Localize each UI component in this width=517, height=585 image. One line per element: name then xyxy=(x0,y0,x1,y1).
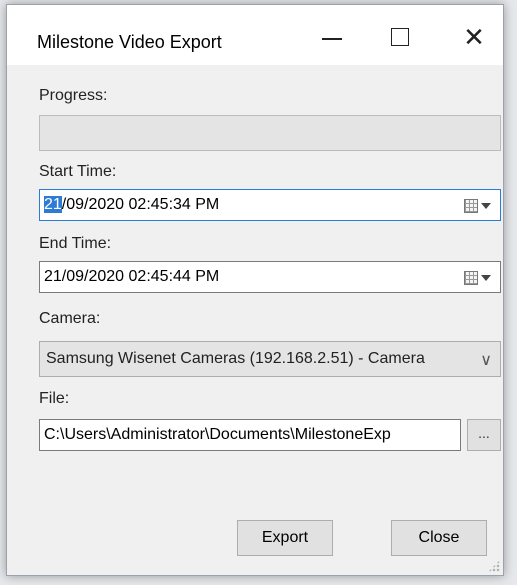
window-title: Milestone Video Export xyxy=(37,32,222,52)
calendar-icon xyxy=(464,199,478,213)
close-button[interactable]: Close xyxy=(391,520,487,556)
start-time-label: Start Time: xyxy=(39,163,117,180)
camera-selected-value: Samsung Wisenet Cameras (192.168.2.51) -… xyxy=(46,350,425,367)
end-time-picker[interactable]: 21/09/2020 02:45:44 PM xyxy=(39,261,501,293)
start-time-selected-day: 21 xyxy=(44,196,62,213)
maximize-icon xyxy=(391,28,409,46)
progress-label: Progress: xyxy=(39,87,108,104)
file-path-input[interactable]: C:\Users\Administrator\Documents\Milesto… xyxy=(39,419,461,451)
minimize-icon xyxy=(322,38,342,40)
start-time-rest: /09/2020 02:45:34 PM xyxy=(61,196,220,213)
end-time-label: End Time: xyxy=(39,235,112,252)
export-dialog: Milestone Video Export ✕ Progress: Start… xyxy=(6,4,504,576)
file-path-value: C:\Users\Administrator\Documents\Milesto… xyxy=(44,426,391,443)
camera-label: Camera: xyxy=(39,310,101,327)
close-window-button[interactable]: ✕ xyxy=(445,17,503,57)
end-time-value: 21/09/2020 02:45:44 PM xyxy=(44,268,220,285)
calendar-icon xyxy=(464,271,478,285)
close-icon: ✕ xyxy=(463,21,485,52)
maximize-button[interactable] xyxy=(371,17,429,57)
calendar-dropdown-icon[interactable] xyxy=(464,196,494,216)
camera-select[interactable]: Samsung Wisenet Cameras (192.168.2.51) -… xyxy=(39,341,501,377)
start-time-value: 21/09/2020 02:45:34 PM xyxy=(44,196,219,214)
dropdown-arrow-icon xyxy=(481,203,491,209)
minimize-button[interactable] xyxy=(303,17,361,57)
resize-grip[interactable] xyxy=(488,560,500,572)
export-button[interactable]: Export xyxy=(237,520,333,556)
browse-button[interactable]: ... xyxy=(467,419,501,451)
title-bar[interactable]: Milestone Video Export ✕ xyxy=(7,5,503,65)
dropdown-arrow-icon xyxy=(481,275,491,281)
calendar-dropdown-icon[interactable] xyxy=(464,268,494,288)
file-label: File: xyxy=(39,390,70,407)
start-time-picker[interactable]: 21/09/2020 02:45:34 PM xyxy=(39,189,501,221)
progress-bar xyxy=(39,115,501,151)
chevron-down-icon: ∨ xyxy=(480,352,492,369)
